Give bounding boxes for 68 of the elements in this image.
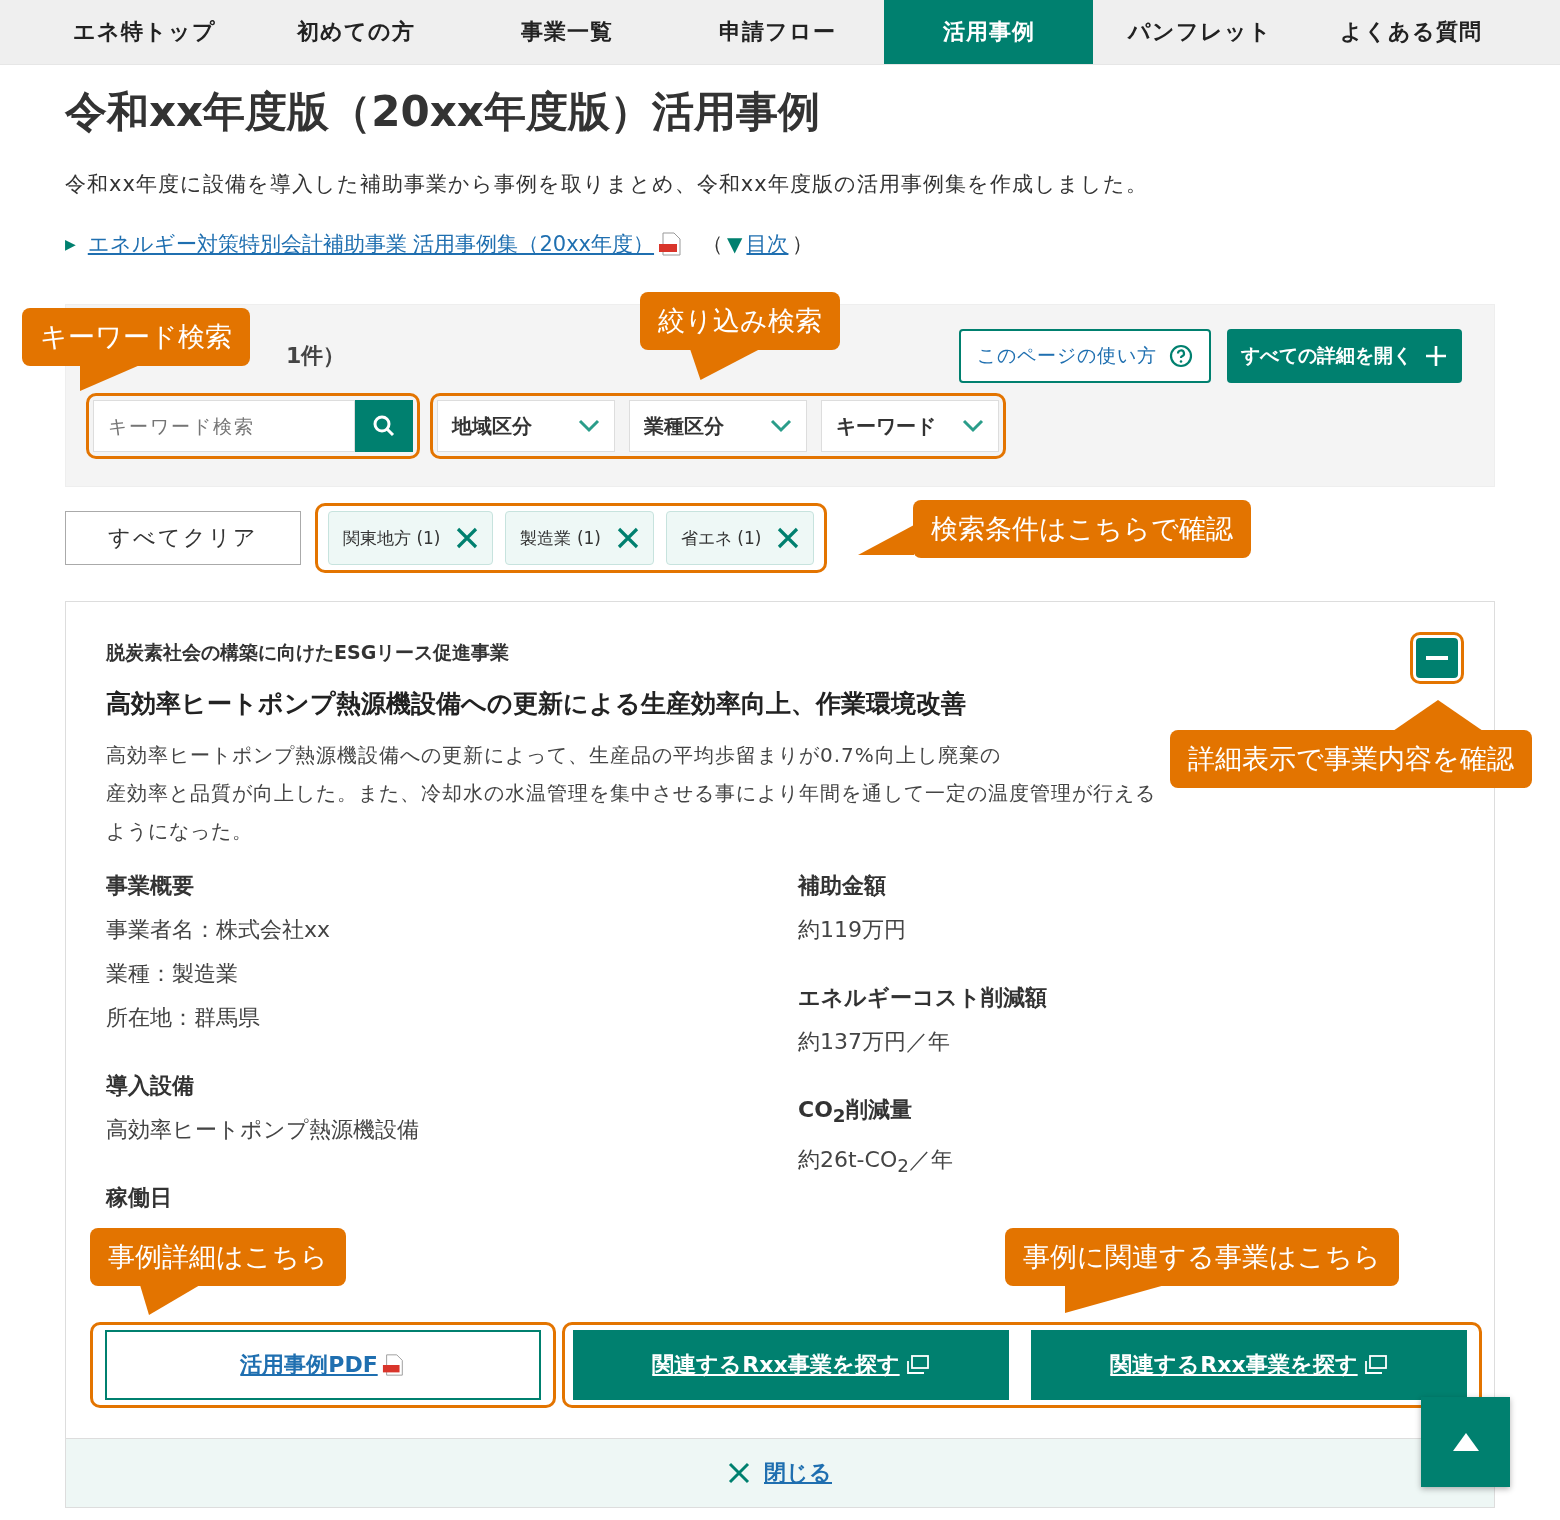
search-field[interactable]: キーワード検索 [93,400,355,452]
detail-text: 約137万円／年 [798,1028,951,1056]
program-name: 脱炭素社会の構築に向けたESGリース促進事業 [106,640,511,665]
intro-text: 令和xx年度に設備を導入した補助事業から事例を取りまとめ、令和xx年度版の活用事例集を作成しました。 [65,171,1149,198]
nav-tab[interactable]: 活用事例 [884,0,1093,64]
detail-text: 約26t-CO$_{2}$／年 [798,1146,954,1179]
callout-pointer [858,525,914,555]
nav-tab[interactable]: 事業一覧 [462,0,671,64]
section-heading: エネルギーコスト削減額 [798,984,1048,1012]
result-count: 1件） [286,342,346,370]
related-button[interactable]: 関連するRxx事業を探す [1031,1330,1467,1400]
detail-text: 業種：製造業 [106,960,239,988]
pdf-button[interactable]: 活用事例PDF [105,1330,541,1400]
section-heading: 事業概要 [106,872,195,900]
section-heading: 稼働日 [106,1184,173,1212]
question-icon [1169,344,1193,368]
close-icon [728,1462,750,1484]
detail-text: 事業者名：株式会社xx [106,916,332,944]
nav-tab[interactable]: よくある質問 [1306,0,1515,64]
dropdown[interactable]: キーワード [821,400,999,452]
clear-all-button[interactable]: すべてクリア [65,511,301,565]
nav-tab[interactable]: パンフレット [1095,0,1304,64]
down-triangle-marker: ▼ [727,232,743,256]
chip-label: 製造業 (1) [520,526,601,550]
chevron-down-icon [962,419,984,433]
related-button[interactable]: 関連するRxx事業を探す [573,1330,1009,1400]
nav-tab[interactable]: 初めての方 [251,0,460,64]
description-line: ようになった。 [106,819,253,843]
expand-all-button[interactable]: すべての詳細を開く [1227,329,1462,383]
search-icon [371,413,397,439]
search-button[interactable] [355,400,413,452]
page-title: 令和xx年度版（20xx年度版）活用事例 [65,86,821,138]
close-link[interactable]: 閉じる [728,1458,832,1488]
description-line: 産効率と品質が向上した。また、冷却水の水温管理を集中させる事により年間を通して一定の温度管理が行える [106,781,1156,805]
close-icon[interactable] [777,527,800,549]
document-link[interactable]: エネルギー対策特別会計補助事業 活用事例集（20xx年度） [87,230,655,258]
chevron-down-icon [770,419,792,433]
section-heading: 補助金額 [798,872,887,900]
dropdown[interactable]: 業種区分 [629,400,807,452]
section-heading: 導入設備 [106,1072,195,1100]
pdf-icon [381,1353,406,1377]
parenthesis: （ [702,231,724,258]
chip-label: 省エネ (1) [680,526,762,550]
up-triangle-icon [1451,1431,1480,1453]
detail-text: 約119万円 [798,916,907,944]
case-title: 高効率ヒートポンプ熱源機設備への更新による生産効率向上、作業環境改善 [106,688,966,720]
help-button[interactable]: このページの使い方 [959,329,1211,383]
detail-text: 所在地：群馬県 [106,1004,261,1032]
close-icon[interactable] [456,527,479,549]
triangle-marker: ▶ [65,236,76,252]
plus-icon [1424,344,1448,368]
minus-icon [1426,656,1448,660]
callout-pointer [690,349,760,380]
parenthesis: ） [792,231,814,258]
collapse-button[interactable] [1416,638,1458,678]
description-line: 高効率ヒートポンプ熱源機設備への更新によって、生産品の平均歩留まりが0.7%向上し廃棄の [106,743,1001,767]
detail-text: 高効率ヒートポンプ熱源機設備 [106,1116,420,1144]
callout-pointer [80,365,140,391]
nav-tab[interactable]: 申請フロー [673,0,882,64]
section-heading: CO$_{2}$削減量 [798,1096,913,1129]
close-icon[interactable] [616,527,639,549]
toc-link[interactable]: 目次 [746,230,789,258]
chevron-down-icon [578,419,600,433]
chip-label: 関東地方 (1) [343,526,441,550]
callout-pointer [140,1285,200,1315]
back-to-top-button[interactable] [1421,1397,1510,1487]
dropdown[interactable]: 地域区分 [437,400,615,452]
nav-tab[interactable]: エネ特トップ [40,0,249,64]
